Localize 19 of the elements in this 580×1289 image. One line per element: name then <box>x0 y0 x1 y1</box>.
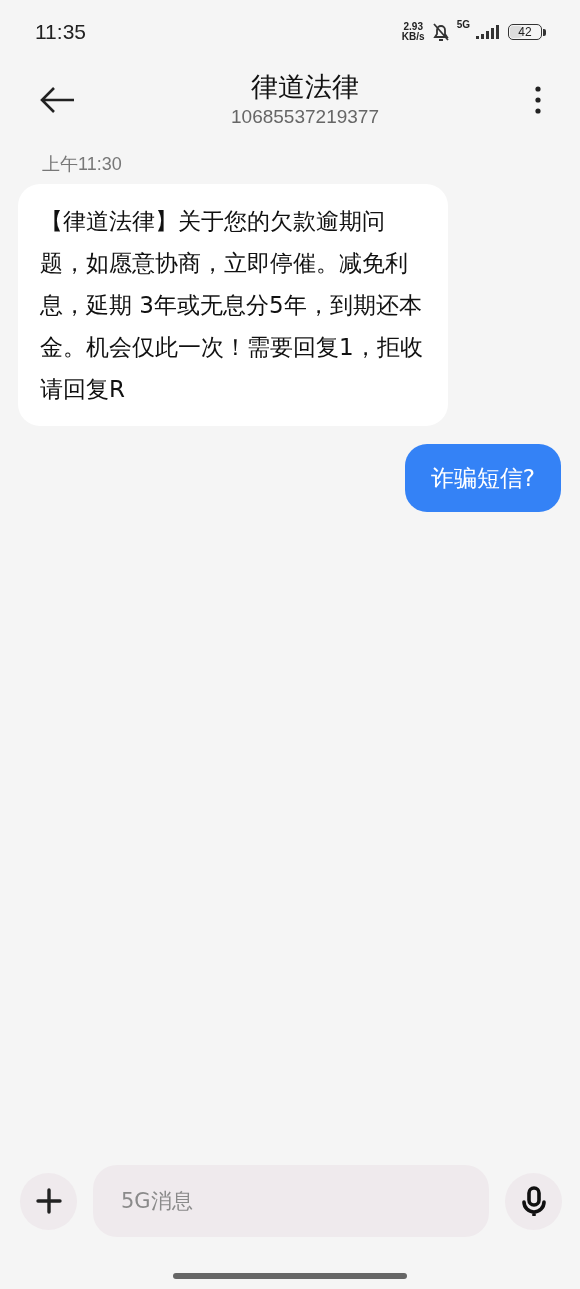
back-arrow-icon <box>40 86 76 114</box>
message-timestamp: 上午11:30 <box>42 153 123 176</box>
more-options-button[interactable] <box>534 86 542 114</box>
bell-off-icon <box>430 22 451 42</box>
incoming-message-bubble: 【律道法律】关于您的欠款逾期问题，如愿意协商，立即停催。减免利息，延期 3年或无息分5年，到期还本金。机会仅此一次！需要回复1，拒收请回复R <box>18 184 448 426</box>
microphone-icon <box>520 1186 547 1216</box>
network-speed-unit: KB/s <box>401 32 425 42</box>
battery-level: 42 <box>518 25 532 39</box>
message-input-field[interactable]: 5G消息 <box>93 1165 489 1237</box>
outgoing-message-bubble: 诈骗短信? <box>404 444 561 512</box>
back-button[interactable] <box>40 86 76 114</box>
more-options-icon <box>534 86 542 114</box>
network-speed: 2.93 <box>403 22 423 32</box>
clock: 11:35 <box>35 20 86 44</box>
plus-icon <box>35 1188 62 1214</box>
contact-name: 律道法律 <box>251 70 359 104</box>
network-type: 5G <box>456 19 470 30</box>
phone-number: 10685537219377 <box>231 105 379 129</box>
signal-icon <box>476 23 502 41</box>
